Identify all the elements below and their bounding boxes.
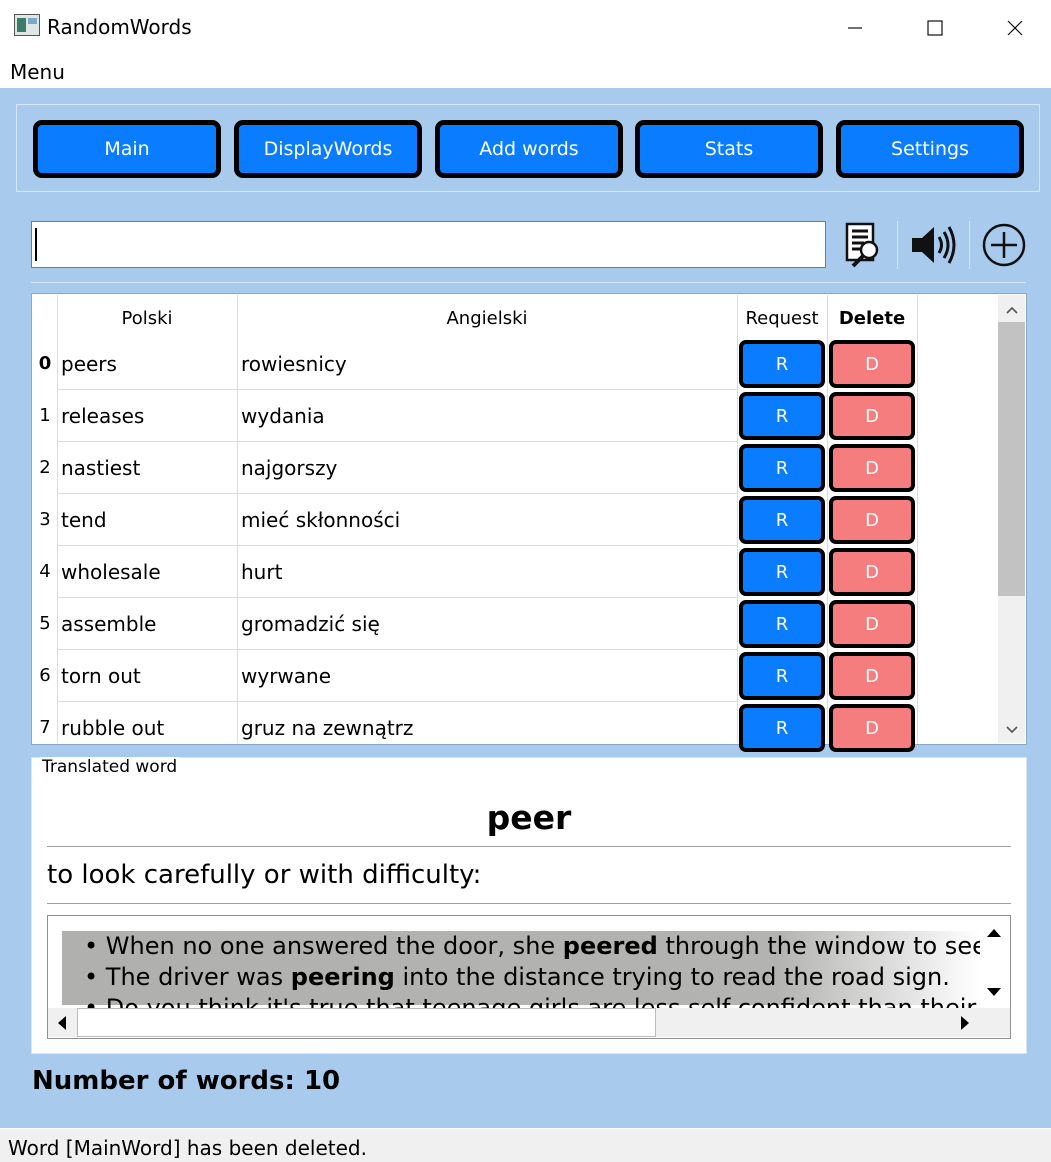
cell-polski[interactable]: assemble	[61, 612, 156, 636]
cell-angielski[interactable]: rowiesnicy	[241, 352, 347, 376]
delete-button[interactable]: D	[829, 496, 915, 544]
row-divider	[57, 649, 737, 650]
search-input[interactable]	[31, 221, 826, 268]
scroll-up-icon[interactable]	[983, 923, 1005, 943]
column-divider	[737, 295, 738, 743]
delete-button[interactable]: D	[829, 444, 915, 492]
delete-button[interactable]: D	[829, 704, 915, 752]
row-number: 0	[38, 353, 52, 374]
row-divider	[57, 597, 737, 598]
request-button[interactable]: R	[739, 600, 825, 648]
minimize-button[interactable]	[815, 0, 895, 55]
row-divider	[57, 701, 737, 702]
row-number: 3	[39, 509, 51, 530]
scroll-right-icon[interactable]	[955, 1012, 975, 1034]
scroll-down-icon[interactable]	[983, 982, 1005, 1002]
examples-viewport: • When no one answered the door, she pee…	[48, 916, 980, 1008]
status-message: Word [MainWord] has been deleted.	[8, 1136, 367, 1160]
request-button[interactable]: R	[739, 340, 825, 388]
cell-angielski[interactable]: mieć skłonności	[241, 508, 400, 532]
speaker-icon[interactable]	[908, 221, 960, 269]
maximize-button[interactable]	[895, 0, 975, 55]
minimize-icon	[848, 26, 862, 29]
cell-angielski[interactable]: wydania	[241, 404, 325, 428]
word-count: Number of words: 10	[32, 1066, 341, 1096]
nav-add-words-button[interactable]: Add words	[435, 120, 623, 178]
row-divider	[57, 545, 737, 546]
example-line: • The driver was peering into the distan…	[84, 963, 950, 991]
delete-button[interactable]: D	[829, 652, 915, 700]
group-title: Translated word	[40, 757, 180, 777]
row-divider	[57, 441, 737, 442]
table-scroll-thumb[interactable]	[998, 322, 1025, 596]
close-icon	[1007, 20, 1023, 35]
maximize-icon	[927, 19, 943, 36]
request-button[interactable]: R	[739, 496, 825, 544]
row-number: 5	[39, 613, 51, 634]
header-request[interactable]: Request	[737, 300, 827, 336]
header-delete[interactable]: Delete	[827, 300, 917, 336]
request-button[interactable]: R	[739, 548, 825, 596]
cell-polski[interactable]: peers	[61, 352, 117, 376]
nav-stats-button[interactable]: Stats	[635, 120, 823, 178]
header-polski[interactable]: Polski	[57, 300, 237, 336]
divider	[47, 846, 1011, 847]
row-number: 7	[39, 717, 51, 738]
menu-bar	[0, 55, 1051, 88]
column-divider	[237, 295, 238, 743]
header-angielski[interactable]: Angielski	[237, 300, 737, 336]
delete-button[interactable]: D	[829, 600, 915, 648]
row-divider	[57, 389, 737, 390]
example-line: • When no one answered the door, she pee…	[84, 932, 980, 960]
delete-button[interactable]: D	[829, 340, 915, 388]
search-document-icon[interactable]	[838, 221, 886, 269]
nav-settings-button[interactable]: Settings	[836, 120, 1024, 178]
cell-angielski[interactable]: gruz na zewnątrz	[241, 716, 413, 740]
scroll-down-icon[interactable]	[998, 716, 1025, 743]
row-number: 6	[39, 665, 51, 686]
window-title: RandomWords	[47, 15, 192, 39]
request-button[interactable]: R	[739, 652, 825, 700]
horizontal-scroll-thumb[interactable]	[77, 1008, 656, 1037]
request-button[interactable]: R	[739, 704, 825, 752]
cell-polski[interactable]: rubble out	[61, 716, 164, 740]
delete-button[interactable]: D	[829, 392, 915, 440]
nav-displaywords-button[interactable]: DisplayWords	[234, 120, 422, 178]
column-divider	[827, 295, 828, 743]
row-number: 2	[39, 457, 51, 478]
close-button[interactable]	[975, 0, 1051, 55]
cell-angielski[interactable]: najgorszy	[241, 456, 337, 480]
row-number: 1	[39, 405, 51, 426]
toolbar-divider	[31, 282, 1026, 283]
toolbar-separator	[897, 221, 898, 269]
cell-angielski[interactable]: gromadzić się	[241, 612, 380, 636]
menu-item[interactable]: Menu	[10, 60, 65, 84]
divider	[47, 903, 1011, 904]
cell-polski[interactable]: tend	[61, 508, 107, 532]
scroll-left-icon[interactable]	[52, 1012, 72, 1034]
cell-polski[interactable]: nastiest	[61, 456, 140, 480]
translated-word: peer	[486, 798, 572, 837]
definition-text: to look carefully or with difficulty:	[47, 860, 482, 890]
example-line: • Do you think it's true that teenage gi…	[84, 994, 980, 1008]
column-divider	[917, 295, 918, 743]
app-icon	[14, 14, 40, 36]
cell-angielski[interactable]: hurt	[241, 560, 282, 584]
text-caret	[35, 228, 37, 261]
cell-polski[interactable]: releases	[61, 404, 144, 428]
request-button[interactable]: R	[739, 444, 825, 492]
cell-polski[interactable]: wholesale	[61, 560, 161, 584]
request-button[interactable]: R	[739, 392, 825, 440]
cell-polski[interactable]: torn out	[61, 664, 141, 688]
cell-angielski[interactable]: wyrwane	[241, 664, 331, 688]
toolbar-separator	[969, 221, 970, 269]
delete-button[interactable]: D	[829, 548, 915, 596]
column-divider	[57, 295, 58, 743]
add-circle-icon[interactable]	[980, 221, 1028, 269]
row-number: 4	[39, 561, 51, 582]
nav-main-button[interactable]: Main	[33, 120, 221, 178]
scroll-up-icon[interactable]	[998, 296, 1025, 323]
row-divider	[57, 493, 737, 494]
